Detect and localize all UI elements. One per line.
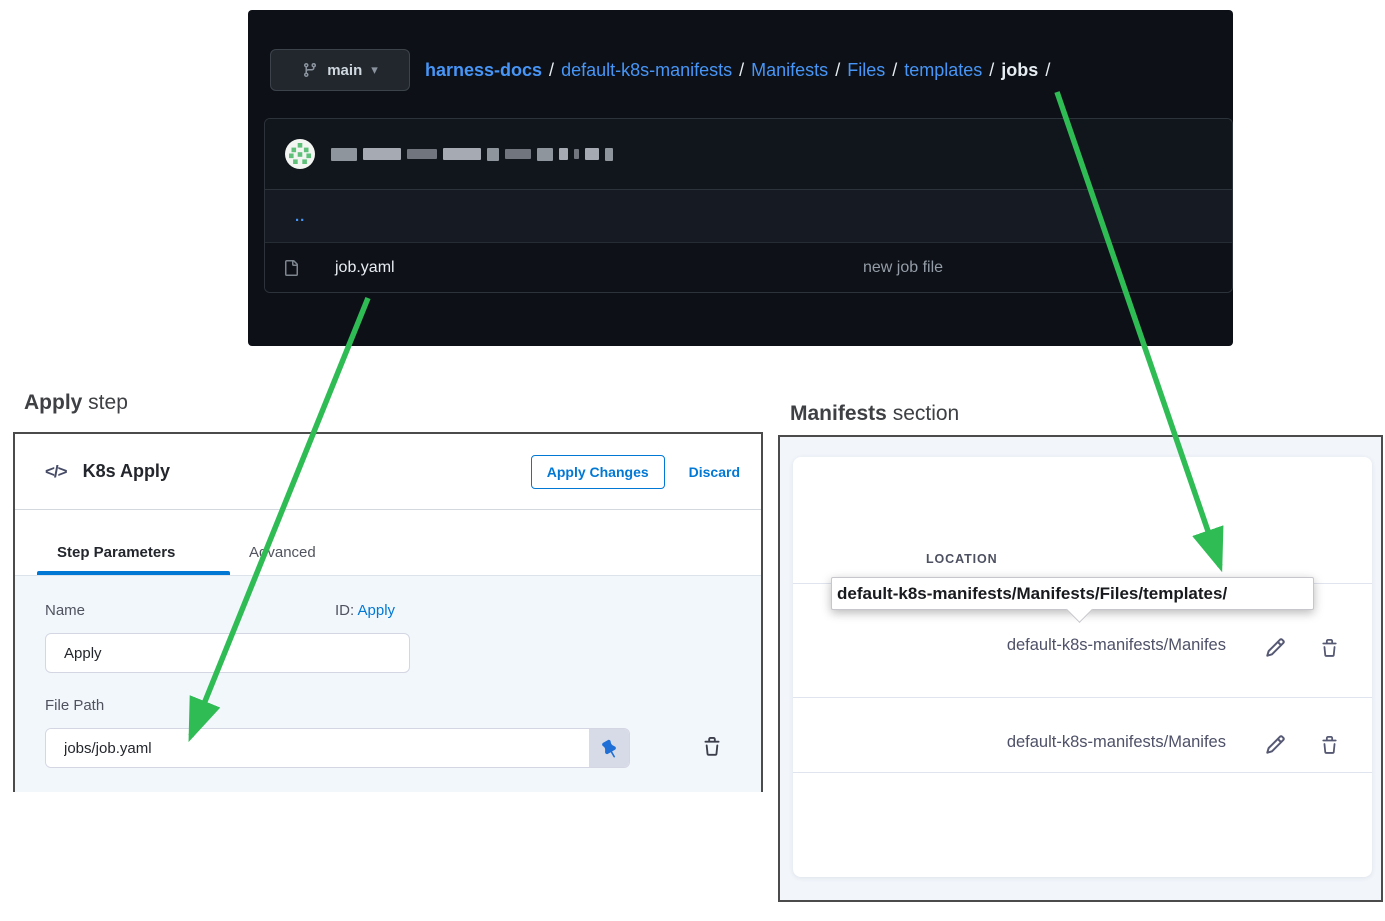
chevron-down-icon: ▾ — [371, 62, 378, 78]
breadcrumb: harness-docs / default-k8s-manifests / M… — [425, 49, 1057, 91]
manifests-card — [793, 457, 1372, 877]
tab-advanced[interactable]: Advanced — [249, 544, 316, 561]
avatar[interactable] — [285, 139, 315, 169]
pin-icon — [599, 738, 620, 759]
manifest-location-row-2: default-k8s-manifests/Manifes — [926, 731, 1226, 753]
screenshot-canvas: main ▾ harness-docs / default-k8s-manife… — [0, 0, 1385, 921]
apply-step-label-bold: Apply — [24, 391, 82, 414]
manifests-section-label: Manifests section — [790, 402, 959, 426]
breadcrumb-link-files[interactable]: Files — [847, 60, 885, 81]
latest-commit-row — [265, 119, 1232, 190]
k8s-apply-step-panel: </> K8s Apply Apply Changes Discard Step… — [13, 432, 763, 792]
breadcrumb-separator: / — [989, 60, 994, 81]
code-icon: </> — [45, 462, 67, 482]
file-path-input-group — [45, 728, 630, 768]
name-field-label: Name — [45, 602, 85, 619]
name-input[interactable] — [45, 633, 410, 673]
delete-manifest-button-2[interactable] — [1317, 733, 1341, 757]
step-title: K8s Apply — [83, 461, 170, 482]
id-value-link[interactable]: Apply — [358, 602, 396, 619]
manifest-location-row-1: default-k8s-manifests/Manifes — [926, 634, 1226, 656]
breadcrumb-link-manifests[interactable]: Manifests — [751, 60, 828, 81]
tooltip-text: default-k8s-manifests/Manifests/Files/te… — [837, 584, 1227, 604]
delete-step-button[interactable] — [699, 734, 725, 760]
apply-step-label-rest: step — [82, 391, 128, 414]
breadcrumb-current-dir: jobs — [1001, 60, 1038, 81]
tab-step-parameters[interactable]: Step Parameters — [57, 544, 175, 561]
file-row: job.yaml new job file — [265, 243, 1232, 292]
trash-icon — [1320, 639, 1339, 658]
file-path-input[interactable] — [46, 729, 589, 767]
location-column-header: LOCATION — [926, 552, 998, 566]
manifests-section-label-bold: Manifests — [790, 402, 887, 425]
breadcrumb-separator: / — [1045, 60, 1050, 81]
breadcrumb-separator: / — [835, 60, 840, 81]
file-name-link[interactable]: job.yaml — [335, 259, 395, 277]
breadcrumb-repo-link[interactable]: harness-docs — [425, 60, 542, 81]
row-divider — [793, 772, 1372, 773]
manifests-section-label-rest: section — [887, 402, 959, 425]
commit-message-link[interactable]: new job file — [863, 259, 943, 277]
parent-directory-row: .. — [265, 190, 1232, 243]
breadcrumb-link-templates[interactable]: templates — [904, 60, 982, 81]
breadcrumb-separator: / — [739, 60, 744, 81]
runtime-input-pin-button[interactable] — [589, 729, 629, 767]
breadcrumb-separator: / — [549, 60, 554, 81]
file-table: .. job.yaml new job file — [264, 118, 1233, 293]
step-panel-header: </> K8s Apply Apply Changes Discard — [15, 434, 761, 510]
trash-icon — [702, 737, 722, 757]
location-tooltip: default-k8s-manifests/Manifests/Files/te… — [831, 577, 1314, 610]
pencil-icon — [1265, 734, 1286, 755]
github-file-browser: main ▾ harness-docs / default-k8s-manife… — [248, 10, 1233, 346]
trash-icon — [1320, 736, 1339, 755]
pencil-icon — [1265, 637, 1286, 658]
branch-selector-button[interactable]: main ▾ — [270, 49, 410, 91]
row-divider — [793, 697, 1372, 698]
edit-manifest-button-2[interactable] — [1263, 732, 1287, 756]
file-icon — [283, 260, 299, 276]
git-branch-icon — [302, 62, 318, 78]
discard-button[interactable]: Discard — [689, 464, 740, 480]
breadcrumb-link-default-k8s-manifests[interactable]: default-k8s-manifests — [561, 60, 732, 81]
breadcrumb-separator: / — [892, 60, 897, 81]
branch-name: main — [327, 62, 362, 79]
edit-manifest-button-1[interactable] — [1263, 635, 1287, 659]
id-prefix: ID: — [335, 602, 354, 619]
delete-manifest-button-1[interactable] — [1317, 636, 1341, 660]
manifests-section-panel: LOCATION default-k8s-manifests/Manifes d… — [778, 435, 1383, 902]
apply-changes-button[interactable]: Apply Changes — [531, 455, 665, 489]
file-path-field-label: File Path — [45, 697, 104, 714]
redacted-commit-text — [331, 148, 619, 161]
apply-step-label: Apply step — [24, 391, 128, 415]
step-id-line: ID: Apply — [335, 602, 395, 619]
parent-directory-link[interactable]: .. — [295, 208, 305, 225]
